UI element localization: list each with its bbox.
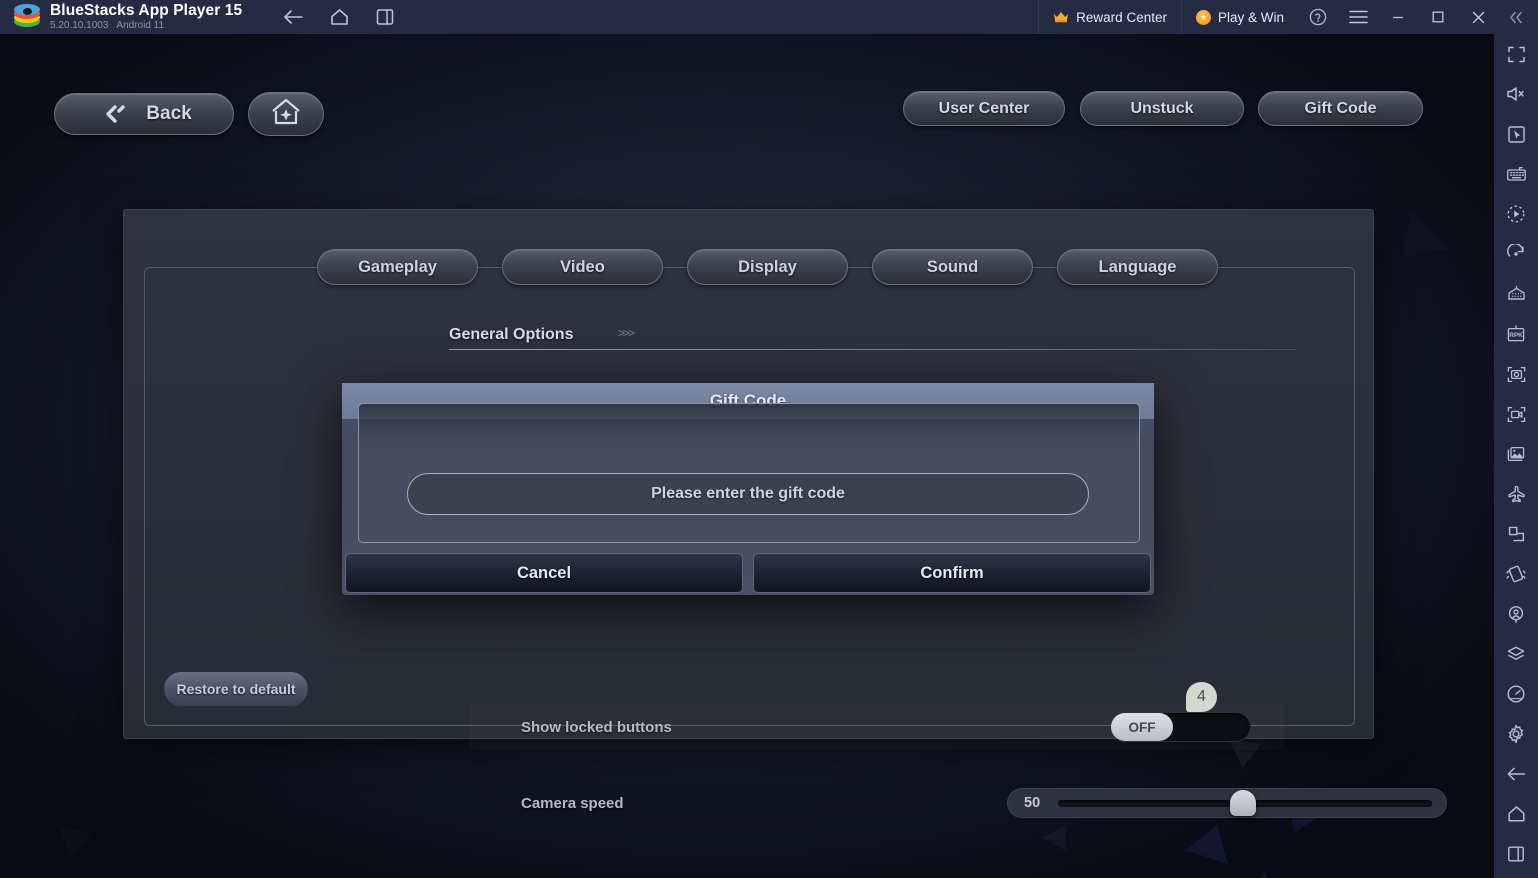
mute-volume-icon[interactable]: [1494, 74, 1538, 114]
help-icon[interactable]: [1298, 0, 1338, 34]
double-chevron-left-icon: [102, 103, 128, 125]
toggle-knob: OFF: [1111, 713, 1173, 741]
performance-meter-icon[interactable]: [1494, 674, 1538, 714]
restore-to-default-button[interactable]: Restore to default: [164, 672, 308, 706]
reward-center-button[interactable]: Reward Center: [1038, 0, 1181, 34]
android-version: Android 11: [116, 20, 165, 31]
coin-star-icon: [1195, 9, 1211, 25]
bluestacks-sidebar: RPK: [1494, 0, 1538, 878]
titlebar-right-group: Reward Center Play & Win: [1038, 0, 1538, 34]
crown-icon: [1053, 11, 1069, 23]
section-divider: [449, 349, 1296, 350]
home-icon[interactable]: [1494, 794, 1538, 834]
tab-video[interactable]: Video: [502, 249, 663, 285]
back-icon[interactable]: [280, 4, 306, 30]
shake-icon[interactable]: [1494, 554, 1538, 594]
app-version-line: 5.20.10.1003 Android 11: [50, 20, 242, 32]
unstuck-button[interactable]: Unstuck: [1080, 91, 1244, 126]
cancel-button[interactable]: Cancel: [345, 553, 743, 593]
unstuck-label: Unstuck: [1130, 99, 1194, 117]
setting-label: Show locked buttons: [521, 718, 672, 736]
game-back-label: Back: [146, 103, 192, 124]
tab-sound[interactable]: Sound: [872, 249, 1033, 285]
particle-triangle: [1383, 211, 1448, 276]
tab-label: Language: [1098, 257, 1177, 276]
particle-triangle: [1248, 869, 1278, 878]
record-video-icon[interactable]: [1494, 394, 1538, 434]
section-expand-arrows: >>>: [617, 326, 635, 340]
tab-label: Gameplay: [358, 257, 437, 276]
window-title-bar: BlueStacks App Player 15 5.20.10.1003 And…: [0, 0, 1538, 34]
game-back-button[interactable]: Back: [54, 93, 234, 135]
tab-label: Sound: [926, 257, 979, 276]
section-title: General Options: [449, 326, 574, 343]
back-arrow-icon[interactable]: [1494, 754, 1538, 794]
screenshot-icon[interactable]: [1494, 354, 1538, 394]
setting-row-show-locked-buttons[interactable]: Show locked buttons OFF: [469, 704, 1284, 750]
home-icon[interactable]: [326, 4, 352, 30]
maximize-icon[interactable]: [1418, 0, 1458, 34]
collapse-sidebar-icon[interactable]: [1494, 0, 1538, 34]
reward-center-label: Reward Center: [1076, 9, 1167, 25]
recent-apps-icon[interactable]: [1494, 834, 1538, 874]
cursor-pointer-icon[interactable]: [1494, 114, 1538, 154]
macro-play-icon[interactable]: [1494, 194, 1538, 234]
tab-display[interactable]: Display: [687, 249, 848, 285]
location-pin-icon[interactable]: [1494, 594, 1538, 634]
tab-label: Display: [738, 257, 797, 276]
home-base-icon: [269, 96, 303, 133]
show-locked-buttons-toggle[interactable]: OFF: [1111, 712, 1251, 742]
gift-code-placeholder: Please enter the gift code: [651, 485, 845, 502]
hamburger-menu-icon[interactable]: [1338, 0, 1378, 34]
badge-value: 4: [1197, 688, 1206, 705]
camera-speed-value: 50: [1024, 795, 1041, 811]
keyboard-controls-icon[interactable]: [1494, 154, 1538, 194]
user-center-label: User Center: [938, 99, 1030, 117]
user-center-button[interactable]: User Center: [903, 91, 1065, 126]
close-icon[interactable]: [1458, 0, 1498, 34]
tab-label: Video: [560, 257, 605, 276]
play-and-win-button[interactable]: Play & Win: [1180, 0, 1298, 34]
gift-code-label: Gift Code: [1304, 99, 1377, 117]
eco-mode-icon[interactable]: [1494, 274, 1538, 314]
slider-track[interactable]: [1058, 789, 1432, 816]
particle-triangle: [59, 816, 98, 859]
multi-instance-icon[interactable]: [372, 4, 398, 30]
dialog-body: Please enter the gift code: [358, 403, 1140, 543]
bluestacks-logo-icon: [14, 4, 40, 30]
tab-gameplay[interactable]: Gameplay: [317, 249, 478, 285]
airplane-mode-icon[interactable]: [1494, 474, 1538, 514]
rotate-icon[interactable]: [1494, 234, 1538, 274]
setting-row-camera-speed[interactable]: Camera speed 50: [469, 780, 1447, 826]
rpk-icon[interactable]: RPK: [1494, 314, 1538, 354]
gift-code-input[interactable]: Please enter the gift code: [407, 473, 1089, 515]
cancel-label: Cancel: [516, 563, 572, 582]
status-badge: 4: [1186, 682, 1217, 712]
settings-tabs: Gameplay Video Display Sound Language: [317, 249, 1218, 285]
camera-speed-slider[interactable]: 50: [1007, 788, 1447, 818]
game-viewport: Back User Center Unstuck Gift Code Gamep…: [0, 34, 1494, 878]
confirm-button[interactable]: Confirm: [753, 553, 1151, 593]
app-version: 5.20.10.1003: [50, 20, 109, 31]
svg-text:RPK: RPK: [1509, 332, 1523, 339]
title-text-group: BlueStacks App Player 15 5.20.10.1003 And…: [50, 2, 242, 32]
navigation-icons: [280, 4, 398, 30]
multi-window-icon[interactable]: [1494, 514, 1538, 554]
confirm-label: Confirm: [920, 563, 984, 582]
play-and-win-label: Play & Win: [1217, 9, 1284, 25]
media-manager-icon[interactable]: [1494, 434, 1538, 474]
gift-code-button[interactable]: Gift Code: [1258, 91, 1423, 126]
layers-icon[interactable]: [1494, 634, 1538, 674]
slider-thumb[interactable]: [1230, 789, 1257, 816]
settings-gear-icon[interactable]: [1494, 714, 1538, 754]
tab-language[interactable]: Language: [1057, 249, 1218, 285]
setting-label: Camera speed: [521, 794, 624, 812]
minimize-icon[interactable]: [1378, 0, 1418, 34]
section-general-options: General Options >>>: [449, 326, 1296, 350]
gift-code-dialog: Gift Code Please enter the gift code Can…: [342, 383, 1154, 595]
restore-label: Restore to default: [176, 681, 296, 697]
app-title: BlueStacks App Player 15: [50, 2, 243, 19]
game-home-button[interactable]: [248, 92, 324, 136]
fullscreen-icon[interactable]: [1494, 34, 1538, 74]
